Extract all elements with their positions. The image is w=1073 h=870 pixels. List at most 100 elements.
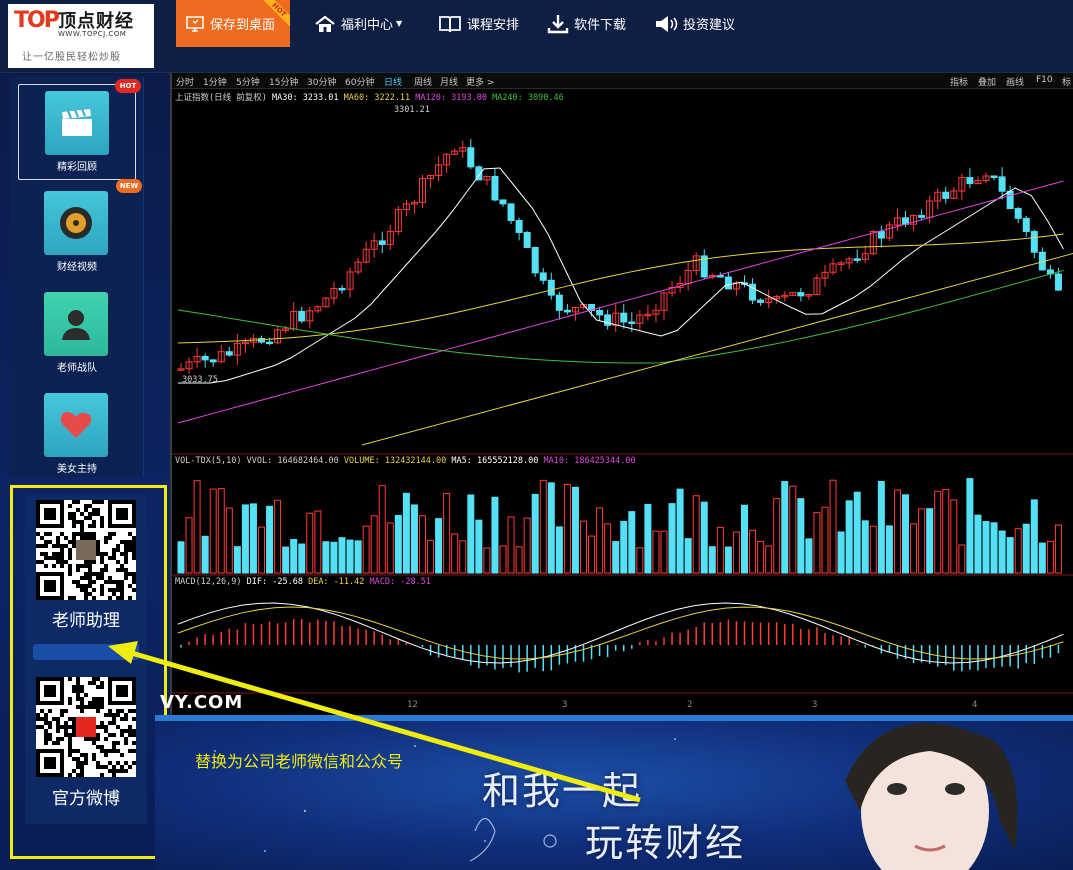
nav-courses-label: 课程安排	[467, 18, 520, 33]
qr-module	[96, 701, 100, 705]
volume-bar	[298, 543, 306, 574]
qr-module	[120, 584, 124, 588]
qr-module	[72, 580, 76, 584]
candle-body	[998, 176, 1006, 192]
qr-module	[44, 741, 48, 745]
logo[interactable]: TOP 顶点财经 WWW.TOPCJ.COM 让一亿股民轻松炒股	[8, 4, 154, 68]
candle-body	[378, 240, 386, 245]
new-badge: NEW	[116, 179, 142, 193]
volume-bar	[660, 530, 668, 574]
qr-module	[100, 556, 104, 560]
qr-finder	[44, 508, 56, 520]
qr-module	[132, 749, 136, 753]
nav-advice-label: 投资建议	[683, 18, 736, 33]
qr-module	[108, 576, 112, 580]
qr-module	[128, 596, 132, 600]
qr-module	[84, 564, 88, 568]
volume-bar	[330, 541, 338, 574]
qr-module	[44, 733, 48, 737]
qr-module	[116, 769, 120, 773]
qr-module	[116, 588, 120, 592]
qr-module	[88, 737, 92, 741]
qr-module	[96, 576, 100, 580]
qr-module	[84, 761, 88, 765]
qr-module	[100, 576, 104, 580]
qr-module	[72, 512, 76, 516]
qr-module	[112, 745, 116, 749]
qr-module	[104, 737, 108, 741]
qr-module	[92, 705, 96, 709]
nav-welfare[interactable]: 福利中心 ▼	[314, 0, 402, 47]
qr-module	[88, 536, 92, 540]
qr-module	[44, 556, 48, 560]
qr-module	[128, 709, 132, 713]
qr-module	[96, 685, 100, 689]
qr-divider	[33, 644, 139, 660]
trend-line	[361, 253, 1073, 446]
teacher-assistant-qr-code[interactable]	[36, 500, 136, 600]
qr-module	[52, 552, 56, 556]
qr-module	[56, 560, 60, 564]
candle-body	[620, 312, 628, 323]
nav-download[interactable]: 软件下载	[547, 0, 626, 47]
official-weibo-label: 官方微博	[52, 789, 120, 809]
qr-module	[76, 580, 80, 584]
volume-bar	[781, 481, 789, 574]
ma30-line	[178, 167, 1064, 384]
qr-center-logo	[76, 540, 96, 560]
volume-bar	[443, 492, 451, 574]
qr-module	[112, 592, 116, 596]
qr-module	[104, 564, 108, 568]
chevron-down-icon: ▼	[396, 19, 403, 28]
candle-body	[515, 219, 523, 233]
qr-module	[64, 733, 68, 737]
qr-module	[68, 504, 72, 508]
qr-module	[120, 596, 124, 600]
sidebar-item-videos[interactable]: NEW 财经视频	[18, 179, 142, 281]
logo-mark: TOP	[14, 8, 60, 33]
qr-module	[64, 560, 68, 564]
qr-module	[88, 584, 92, 588]
qr-module	[60, 548, 64, 552]
volume-bar	[346, 539, 354, 574]
qr-module	[56, 741, 60, 745]
qr-module	[112, 733, 116, 737]
qr-module	[64, 721, 68, 725]
sidebar-item-hosts[interactable]: 美女主持	[18, 387, 136, 483]
qr-module	[56, 737, 60, 741]
qr-module	[44, 540, 48, 544]
sidebar-item-teachers[interactable]: 老师战队	[18, 286, 136, 382]
qr-module	[124, 568, 128, 572]
qr-module	[68, 753, 72, 757]
qr-module	[104, 568, 108, 572]
save-to-desktop-button[interactable]: 保存到桌面 HOT	[176, 0, 290, 47]
official-weibo-qr-code[interactable]	[36, 677, 136, 777]
stock-chart[interactable]: 分时 1分钟 5分钟 15分钟 30分钟 60分钟 日线 周线 月线 更多 > …	[170, 73, 1073, 721]
qr-module	[84, 588, 88, 592]
volume-bar	[451, 533, 459, 574]
qr-module	[128, 572, 132, 576]
qr-module	[132, 709, 136, 713]
volume-bar	[797, 498, 805, 574]
qr-module	[96, 765, 100, 769]
nav-courses[interactable]: 课程安排	[438, 0, 519, 47]
qr-module	[68, 701, 72, 705]
logo-url: WWW.TOPCJ.COM	[58, 30, 127, 38]
volume-bar	[507, 516, 515, 574]
qr-module	[108, 556, 112, 560]
qr-module	[116, 761, 120, 765]
volume-bar	[314, 510, 322, 574]
qr-module	[100, 516, 104, 520]
volume-bar	[813, 512, 821, 574]
qr-module	[68, 697, 72, 701]
qr-module	[56, 721, 60, 725]
qr-module	[92, 677, 96, 681]
x-tick-label: 3	[562, 700, 567, 710]
qr-module	[104, 540, 108, 544]
qr-module	[132, 729, 136, 733]
sidebar-item-highlights[interactable]: HOT 精彩回顾	[18, 79, 141, 180]
qr-module	[96, 572, 100, 576]
qr-finder	[44, 580, 56, 592]
qr-module	[72, 725, 76, 729]
nav-advice[interactable]: 投资建议	[654, 0, 735, 47]
